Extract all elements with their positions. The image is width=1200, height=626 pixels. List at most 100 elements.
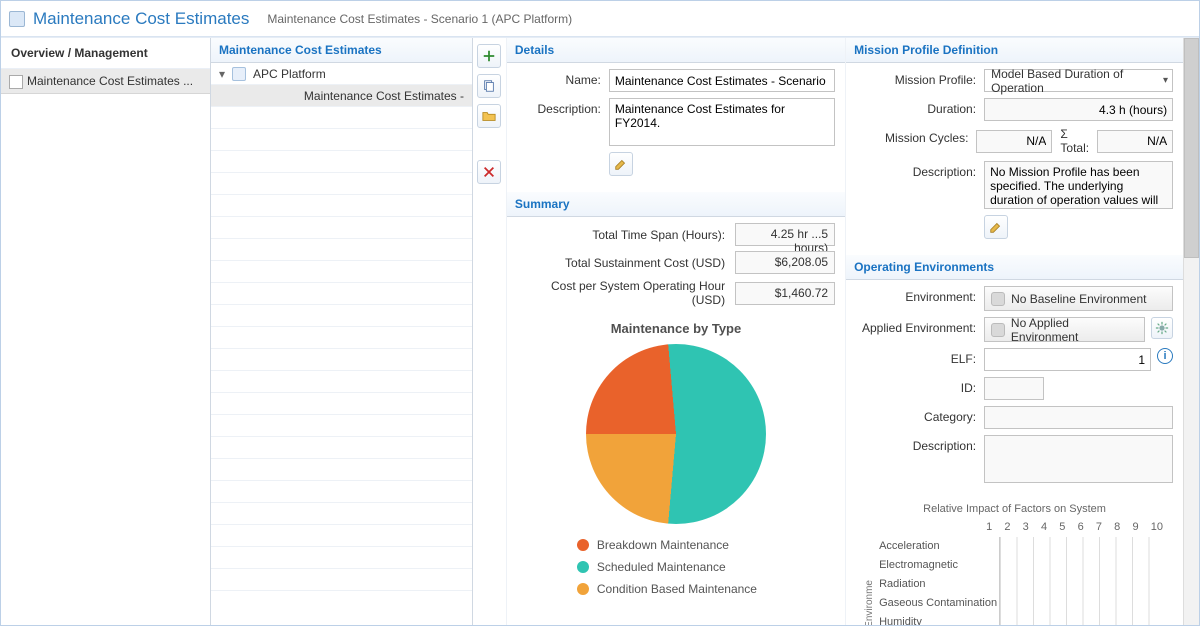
env-id-value bbox=[984, 377, 1044, 400]
description-input[interactable] bbox=[609, 98, 835, 146]
name-label: Name: bbox=[517, 69, 609, 87]
tree-empty-row bbox=[211, 459, 472, 481]
tree-empty-row bbox=[211, 129, 472, 151]
tree-root[interactable]: ▾ APC Platform bbox=[211, 63, 472, 85]
edit-description-button[interactable] bbox=[609, 152, 633, 176]
summary-header: Summary bbox=[507, 192, 845, 217]
env-category-label: Category: bbox=[856, 406, 984, 424]
tree-empty-row bbox=[211, 569, 472, 591]
main-area: Maintenance Cost Estimates ▾ APC Platfor… bbox=[211, 38, 1199, 625]
cycles-label: Mission Cycles: bbox=[856, 127, 976, 145]
tree-empty-row bbox=[211, 481, 472, 503]
duration-value bbox=[984, 98, 1173, 121]
tree[interactable]: ▾ APC Platform Maintenance Cost Estimate… bbox=[211, 63, 472, 625]
page-title: Maintenance Cost Estimates bbox=[33, 9, 249, 29]
folder-open-icon bbox=[482, 109, 496, 123]
tree-child-label: Maintenance Cost Estimates - bbox=[304, 89, 464, 103]
cycles-value bbox=[976, 130, 1052, 153]
tree-empty-row bbox=[211, 151, 472, 173]
tree-panel-header: Maintenance Cost Estimates bbox=[211, 38, 472, 63]
timespan-value: 4.25 hr ...5 hours) bbox=[735, 223, 835, 246]
tree-panel: Maintenance Cost Estimates ▾ APC Platfor… bbox=[211, 38, 473, 625]
scrollbar-thumb[interactable] bbox=[1184, 38, 1199, 258]
tree-empty-row bbox=[211, 107, 472, 129]
titlebar: Maintenance Cost Estimates Maintenance C… bbox=[1, 1, 1199, 37]
env-desc-label: Description: bbox=[856, 435, 984, 453]
mission-profile-label: Mission Profile: bbox=[856, 69, 984, 87]
elf-label: ELF: bbox=[856, 348, 984, 366]
tree-empty-row bbox=[211, 239, 472, 261]
legend-scheduled: Scheduled Maintenance bbox=[577, 560, 835, 574]
legend-breakdown: Breakdown Maintenance bbox=[577, 538, 835, 552]
mission-profile-select[interactable]: Model Based Duration of Operation ▾ bbox=[984, 69, 1173, 92]
env-desc-value bbox=[984, 435, 1173, 483]
legend-condition: Condition Based Maintenance bbox=[577, 582, 835, 596]
tree-child-selected[interactable]: Maintenance Cost Estimates - bbox=[211, 85, 472, 107]
pie-graphic bbox=[586, 344, 766, 524]
tree-twisty-icon[interactable]: ▾ bbox=[217, 63, 227, 85]
environment-settings-button[interactable] bbox=[1151, 317, 1173, 339]
baseline-environment-button[interactable]: No Baseline Environment bbox=[984, 286, 1173, 311]
tree-empty-row bbox=[211, 305, 472, 327]
copy-button[interactable] bbox=[477, 74, 501, 98]
environment-icon bbox=[991, 292, 1005, 306]
sigma-total-value bbox=[1097, 130, 1173, 153]
factors-gridlines bbox=[1000, 537, 1165, 625]
details-section: Name: Description: bbox=[507, 63, 845, 192]
chart-title: Maintenance by Type bbox=[517, 321, 835, 336]
sustainment-value: $6,208.05 bbox=[735, 251, 835, 274]
elf-input[interactable] bbox=[984, 348, 1151, 371]
gear-icon bbox=[1155, 321, 1169, 335]
tree-empty-row bbox=[211, 393, 472, 415]
left-nav-header: Overview / Management bbox=[1, 38, 210, 69]
legend-swatch-icon bbox=[577, 583, 589, 595]
mission-header: Mission Profile Definition bbox=[846, 38, 1183, 63]
applied-environment-button[interactable]: No Applied Environment bbox=[984, 317, 1145, 342]
chart-legend: Breakdown Maintenance Scheduled Maintena… bbox=[517, 538, 835, 596]
pie-chart bbox=[517, 344, 835, 524]
edit-mission-desc-button[interactable] bbox=[984, 215, 1008, 239]
timespan-label: Total Time Span (Hours): bbox=[517, 228, 735, 242]
body: Overview / Management Maintenance Cost E… bbox=[1, 37, 1199, 625]
applied-env-label: Applied Environment: bbox=[856, 317, 984, 335]
factors-y-axis-label: Environme bbox=[864, 580, 875, 625]
tree-empty-row bbox=[211, 261, 472, 283]
mission-section: Mission Profile: Model Based Duration of… bbox=[846, 63, 1183, 255]
openv-section: Environment: No Baseline Environment App… bbox=[846, 280, 1183, 625]
vertical-scrollbar[interactable] bbox=[1183, 38, 1199, 625]
app-icon bbox=[9, 11, 25, 27]
name-input[interactable] bbox=[609, 69, 835, 92]
factors-x-axis: 1 2 3 4 5 6 7 8 9 10 bbox=[984, 521, 1165, 533]
page-subtitle: Maintenance Cost Estimates - Scenario 1 … bbox=[267, 12, 572, 26]
open-button[interactable] bbox=[477, 104, 501, 128]
tree-empty-row bbox=[211, 327, 472, 349]
tree-empty-row bbox=[211, 349, 472, 371]
chevron-down-icon: ▾ bbox=[1163, 75, 1168, 86]
factors-grid bbox=[999, 537, 1165, 625]
app-window: Maintenance Cost Estimates Maintenance C… bbox=[0, 0, 1200, 626]
pencil-icon bbox=[989, 220, 1003, 234]
env-id-label: ID: bbox=[856, 377, 984, 395]
legend-swatch-icon bbox=[577, 561, 589, 573]
sigma-total-label: Σ Total: bbox=[1060, 127, 1089, 155]
info-icon[interactable]: i bbox=[1157, 348, 1173, 364]
cost-per-hour-value: $1,460.72 bbox=[735, 282, 835, 305]
tree-root-label: APC Platform bbox=[253, 67, 326, 81]
content-area: Details Name: Description: bbox=[473, 38, 1199, 625]
platform-icon bbox=[232, 67, 246, 81]
description-label: Description: bbox=[517, 98, 609, 116]
left-nav-item-mce[interactable]: Maintenance Cost Estimates ... bbox=[1, 69, 210, 94]
right-column: Mission Profile Definition Mission Profi… bbox=[845, 38, 1183, 625]
tree-empty-row bbox=[211, 195, 472, 217]
delete-button[interactable] bbox=[477, 160, 501, 184]
copy-icon bbox=[482, 79, 496, 93]
tree-empty-row bbox=[211, 217, 472, 239]
factors-title: Relative Impact of Factors on System bbox=[864, 503, 1165, 515]
delete-x-icon bbox=[482, 165, 496, 179]
tree-empty-row bbox=[211, 525, 472, 547]
add-button[interactable] bbox=[477, 44, 501, 68]
sustainment-label: Total Sustainment Cost (USD) bbox=[517, 256, 735, 270]
mission-profile-value: Model Based Duration of Operation bbox=[991, 67, 1163, 95]
cost-per-hour-label: Cost per System Operating Hour (USD) bbox=[517, 279, 735, 307]
env-category-value bbox=[984, 406, 1173, 429]
